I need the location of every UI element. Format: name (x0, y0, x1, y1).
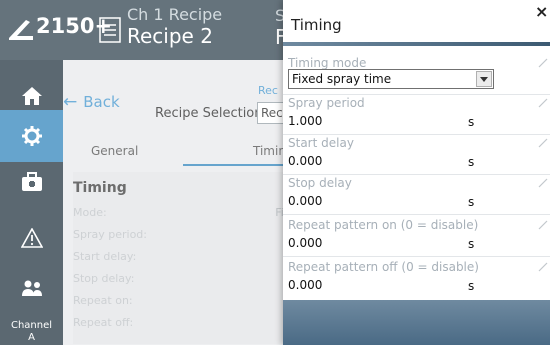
dialog-title: Timing (291, 16, 342, 34)
field-unit: s (468, 195, 475, 209)
field-value[interactable]: 0.000 (288, 236, 322, 250)
spray-period-field[interactable]: Spray period 1.000 s (283, 95, 550, 135)
timing-dialog: Timing × Timing mode Fixed spray time Sp… (283, 0, 550, 345)
chevron-down-icon (480, 77, 488, 82)
timing-mode-select[interactable]: Fixed spray time (288, 69, 494, 89)
edit-icon[interactable] (538, 58, 548, 68)
field-unit: s (468, 115, 475, 129)
field-label: Stop delay (288, 176, 352, 190)
stop-delay-field[interactable]: Stop delay 0.000 s (283, 175, 550, 215)
field-unit: s (468, 279, 475, 293)
repeat-on-field[interactable]: Repeat pattern on (0 = disable) 0.000 s (283, 217, 550, 257)
start-delay-field[interactable]: Start delay 0.000 s (283, 135, 550, 175)
dropdown-button[interactable] (476, 71, 492, 87)
timing-mode-field: Timing mode Fixed spray time (283, 55, 550, 95)
edit-icon[interactable] (538, 178, 548, 188)
field-value[interactable]: 0.000 (288, 194, 322, 208)
edit-icon[interactable] (538, 262, 548, 272)
dialog-header-divider (283, 42, 550, 46)
field-label: Start delay (288, 136, 354, 150)
select-value: Fixed spray time (292, 72, 392, 86)
edit-icon[interactable] (538, 98, 548, 108)
field-label: Timing mode (288, 56, 367, 70)
edit-icon[interactable] (538, 220, 548, 230)
field-label: Repeat pattern off (0 = disable) (288, 260, 479, 274)
field-value[interactable]: 1.000 (288, 114, 322, 128)
field-label: Spray period (288, 96, 365, 110)
field-unit: s (468, 237, 475, 251)
edit-icon[interactable] (538, 138, 548, 148)
field-value[interactable]: 0.000 (288, 278, 322, 292)
app-screen: 2150+ Ch 1 Recipe Recipe 2 S F Channel A… (0, 0, 550, 345)
dialog-footer (283, 300, 550, 345)
close-button[interactable]: × (535, 4, 550, 20)
field-label: Repeat pattern on (0 = disable) (288, 218, 479, 232)
field-value[interactable]: 0.000 (288, 154, 322, 168)
repeat-off-field[interactable]: Repeat pattern off (0 = disable) 0.000 s (283, 259, 550, 299)
field-unit: s (468, 155, 475, 169)
